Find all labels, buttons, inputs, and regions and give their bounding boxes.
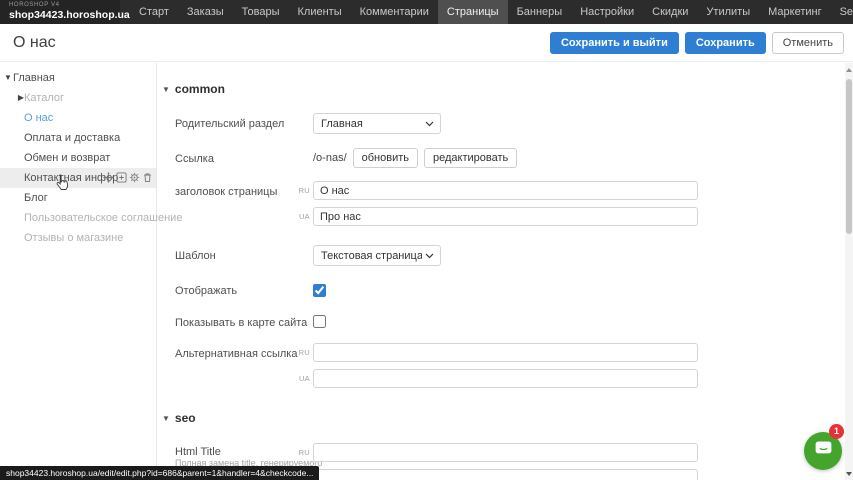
html-title-ru-input[interactable] [313,443,698,462]
tree-item-label: О нас [24,108,53,128]
save-and-exit-button[interactable]: Сохранить и выйти [550,32,679,54]
tree-item-label: Блог [24,188,48,208]
add-icon[interactable] [116,172,127,183]
page-header: О нас Сохранить и выйти Сохранить Отмени… [0,24,853,62]
page-title-ru-input[interactable] [313,181,698,200]
section-common-title: common [175,82,225,96]
template-select[interactable]: Текстовая страница [313,245,441,266]
tree-item-catalog[interactable]: ▶ Каталог [0,88,156,108]
html-title-label: Html Title [175,446,221,458]
nav-item-banners[interactable]: Баннеры [508,0,572,24]
move-icon[interactable] [103,172,114,183]
tree-item-label: Отзывы о магазине [24,228,123,248]
ru-tag: RU [292,348,310,357]
chevron-down-icon: ▼ [162,85,170,94]
tree-item-label: Оплата и доставка [24,128,120,148]
tree-item-actions [103,172,153,183]
save-button[interactable]: Сохранить [685,32,766,54]
edit-link-button[interactable]: редактировать [424,148,517,168]
sitemap-label: Показывать в карте сайта [175,317,307,329]
header-actions: Сохранить и выйти Сохранить Отменить [550,32,844,54]
alt-link-ru-input[interactable] [313,343,698,362]
chevron-down-icon[interactable]: ▼ [3,68,13,88]
tree-item-label: Пользовательское соглашение [24,208,182,228]
template-label: Шаблон [175,250,216,262]
main-menu: Старт Заказы Товары Клиенты Комментарии … [130,0,853,24]
link-label: Ссылка [175,153,214,165]
brand-logo[interactable]: HOROSHOP V4 shop34423.horoshop.ua [0,0,120,24]
section-common[interactable]: ▼ common [162,82,225,96]
tree-item-label: Главная [13,68,55,88]
brand-version: HOROSHOP V4 [9,2,120,9]
html-title-ua-input[interactable] [313,469,698,480]
alt-link-ua-input[interactable] [313,369,698,388]
page-edit-form: ▼ common Родительский раздел Главная Ссыл… [158,63,845,480]
pages-tree-sidebar: ▼ Главная ▶ Каталог О нас Оплата и доста… [0,63,157,480]
template-select-wrap: Текстовая страница [313,245,441,266]
tree-item-payment-delivery[interactable]: Оплата и доставка [0,128,156,148]
link-path: /o-nas/ [313,152,347,164]
top-navbar: HOROSHOP V4 shop34423.horoshop.ua Старт … [0,0,853,24]
delete-icon[interactable] [142,172,153,183]
chevron-down-icon: ▼ [162,414,170,423]
nav-item-seo[interactable]: Seo [831,0,853,24]
ru-tag: RU [292,186,310,195]
cancel-button[interactable]: Отменить [772,32,844,54]
section-seo[interactable]: ▼ seo [162,411,196,425]
parent-section-label: Родительский раздел [175,118,284,130]
scrollbar-thumb[interactable] [846,79,852,234]
admin-page-editor: HOROSHOP V4 shop34423.horoshop.ua Старт … [0,0,853,480]
nav-item-settings[interactable]: Настройки [571,0,643,24]
parent-section-select-wrap: Главная [313,113,441,134]
alt-link-label: Альтернативная ссылка [175,348,297,360]
ua-tag: UA [292,212,310,221]
tree-item-user-agreement[interactable]: Пользовательское соглашение [0,208,156,228]
vertical-scrollbar[interactable] [845,63,853,480]
refresh-link-button[interactable]: обновить [353,148,418,168]
nav-item-comments[interactable]: Комментарии [351,0,438,24]
nav-item-pages[interactable]: Страницы [438,0,508,24]
page-title: О нас [13,34,56,52]
parent-section-select[interactable]: Главная [313,113,441,134]
ru-tag: RU [292,448,310,457]
tree-item-about[interactable]: О нас [0,108,156,128]
chat-unread-badge: 1 [829,424,844,439]
scroll-down-arrow[interactable] [846,472,852,476]
tree-item-label: Каталог [24,88,64,108]
nav-item-clients[interactable]: Клиенты [289,0,351,24]
nav-item-utilities[interactable]: Утилиты [697,0,759,24]
settings-icon[interactable] [129,172,140,183]
chat-bubble-icon [813,438,834,464]
nav-item-start[interactable]: Старт [130,0,178,24]
tree-item-label: Обмен и возврат [24,148,110,168]
nav-item-marketing[interactable]: Маркетинг [759,0,830,24]
section-seo-title: seo [175,411,196,425]
scroll-up-arrow[interactable] [846,68,852,72]
nav-item-discounts[interactable]: Скидки [643,0,697,24]
tree-item-store-reviews[interactable]: Отзывы о магазине [0,228,156,248]
nav-item-products[interactable]: Товары [233,0,289,24]
display-label: Отображать [175,285,237,297]
sitemap-checkbox[interactable] [313,315,326,328]
display-checkbox[interactable] [313,284,326,297]
tree-item-blog[interactable]: Блог [0,188,156,208]
page-title-ua-input[interactable] [313,207,698,226]
nav-item-orders[interactable]: Заказы [178,0,233,24]
link-controls: /o-nas/ обновить редактировать [313,148,517,168]
brand-domain: shop34423.horoshop.ua [9,9,120,21]
tree-item-contact-info[interactable]: Контактная инфор [0,168,156,188]
ua-tag: UA [292,374,310,383]
page-title-field-label: заголовок страницы [175,186,277,198]
status-bar-url: shop34423.horoshop.ua/edit/edit.php?id=6… [0,466,319,480]
tree-item-home[interactable]: ▼ Главная [0,68,156,88]
tree-item-exchange-return[interactable]: Обмен и возврат [0,148,156,168]
